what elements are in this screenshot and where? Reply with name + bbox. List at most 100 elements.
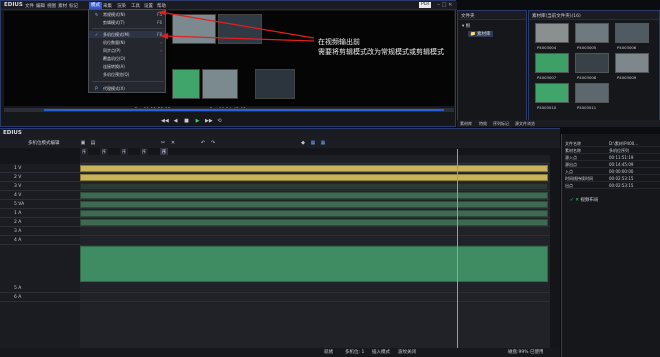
tab-effects[interactable]: 特效 — [479, 120, 487, 127]
redo-icon[interactable]: ↷ — [210, 140, 216, 146]
marker-icon[interactable]: ◆ — [300, 140, 306, 146]
track-header[interactable]: 5 A — [0, 284, 80, 293]
track-header[interactable]: 6 A — [0, 293, 80, 302]
project-name: 多机位模式编辑 — [28, 141, 60, 146]
track-header[interactable]: 2 A — [0, 218, 80, 227]
timeline-toolbar: 多机位模式编辑 ▣ ▤ ✂ ✕ ↶ ↷ ◆ ▦ ▦ — [0, 138, 560, 148]
track-name: 2 A — [14, 220, 22, 225]
cut-icon[interactable]: ✂ — [160, 140, 166, 146]
timeline-clip[interactable] — [80, 192, 548, 199]
bin-clip-thumb[interactable] — [575, 53, 609, 73]
bin-clip-label: P4003007 — [537, 75, 557, 80]
info-key: 出点 — [565, 183, 573, 188]
tab-sequence-4[interactable]: 序列4 — [140, 148, 148, 168]
info-value: 多机位序列 — [609, 148, 629, 153]
track-lane — [80, 218, 550, 227]
bin-clip-thumb[interactable] — [535, 83, 569, 103]
timeline-ruler[interactable] — [80, 155, 550, 164]
timeline-clip[interactable] — [80, 201, 548, 208]
bin-clip-label: P4003011 — [577, 105, 597, 110]
arrowhead-icon — [160, 33, 168, 39]
bin-clip-label: P4003008 — [577, 75, 597, 80]
bin-clip-thumb[interactable] — [535, 53, 569, 73]
bin-clip-thumb[interactable] — [615, 23, 649, 43]
track-lane — [80, 191, 550, 200]
track-headers: 1 V 2 V 3 V 4 V 5 VA 1 A 2 A 3 A 4 A 5 A… — [0, 164, 80, 354]
track-lane — [80, 236, 550, 246]
track-name: 4 A — [14, 238, 22, 243]
arrowhead-icon — [158, 10, 166, 15]
track-header[interactable]: 5 VA — [0, 200, 80, 209]
info-key: 源出点 — [565, 162, 577, 167]
info-row: 入点 00:00:00:00 — [565, 168, 660, 175]
info-key: 入点 — [565, 169, 573, 174]
track-name: 3 A — [14, 229, 22, 234]
bin-clip-thumb[interactable] — [575, 23, 609, 43]
info-row: 素材名称 多机位序列 — [565, 147, 660, 154]
info-panel: 文件名称 D:\素材\P400... 素材名称 多机位序列 源入点 00:11:51:… — [561, 134, 660, 357]
timeline-clip[interactable] — [80, 174, 548, 181]
timeline-cursor[interactable] — [457, 149, 458, 354]
track-name: 4 V — [14, 193, 22, 198]
tree-bin[interactable]: 📁 素材库 — [468, 31, 493, 37]
tab-source-browser[interactable]: 源文件浏览 — [515, 120, 535, 127]
bin-clip-label: P4003009 — [617, 75, 637, 80]
tab-sequence-2[interactable]: 序列2 — [100, 148, 108, 168]
undo-icon[interactable]: ↶ — [200, 140, 206, 146]
video-layout-item[interactable]: ✓ ✕ 视频布局 — [570, 197, 598, 203]
bin-clip-thumb[interactable] — [535, 23, 569, 43]
bin-title: 素材库(当前文件夹)(16) — [532, 14, 581, 19]
timeline-clip[interactable] — [80, 165, 548, 172]
track-lane — [80, 284, 550, 293]
annotation-line-2: 需要将剪辑模式改为常规模式或剪辑模式 — [318, 48, 444, 56]
tab-sequence-5[interactable]: 序列5 — [160, 148, 168, 168]
track-header[interactable]: 4 V — [0, 191, 80, 200]
status-disk: 磁盘:99% 已使用 — [508, 350, 544, 355]
timeline-tracks — [80, 164, 550, 354]
bin-clip-thumb[interactable] — [615, 53, 649, 73]
edius-workspace: EDIUS 文件 编辑 视图 素材 标记 模式 采集 渲染 工具 设置 帮助 P… — [0, 0, 660, 357]
status-multicam: 多机位: 1 — [345, 350, 365, 355]
tree-root[interactable]: ▾ 根 — [462, 23, 470, 29]
tree-bin-label: 素材库 — [477, 32, 491, 37]
track-header[interactable]: 3 V — [0, 182, 80, 191]
delete-icon[interactable]: ✕ — [170, 140, 176, 146]
timeline-clip[interactable] — [80, 219, 548, 226]
video-layout-label: 视频布局 — [580, 198, 599, 203]
tab-bin[interactable]: 素材库 — [460, 120, 472, 127]
track-lane — [80, 173, 550, 182]
bin-clip-thumb[interactable] — [575, 83, 609, 103]
status-bar: 就绪 多机位: 1 插入模式 波纹关闭 磁盘:99% 已使用 — [0, 348, 560, 357]
timeline-logo: EDIUS — [3, 130, 22, 136]
info-key: 文件名称 — [565, 141, 581, 146]
info-value: 00:11:51:19 — [609, 155, 634, 160]
track-lane — [80, 182, 550, 191]
tab-sequence-3[interactable]: 序列3 — [120, 148, 128, 168]
info-value: 00:02:53:15 — [609, 176, 634, 181]
track-header[interactable]: 2 V — [0, 173, 80, 182]
timeline-clip[interactable] — [80, 183, 548, 190]
tab-sequence-marker[interactable]: 序列标记 — [493, 120, 509, 127]
info-row: 源入点 00:11:51:19 — [565, 154, 660, 161]
info-value: D:\素材\P400... — [609, 141, 638, 146]
info-row: 时间线持续时间 00:02:53:15 — [565, 175, 660, 182]
status-ripple: 波纹关闭 — [398, 350, 416, 355]
track-name: 1 V — [14, 166, 22, 171]
ripple-icon[interactable]: ▦ — [320, 140, 326, 146]
open-icon[interactable]: ▤ — [90, 140, 96, 146]
track-header[interactable]: 1 A — [0, 209, 80, 218]
track-header[interactable]: 4 A — [0, 236, 80, 245]
track-header[interactable]: 1 V — [0, 164, 80, 173]
timeline-clip[interactable] — [80, 210, 548, 217]
audio-clip[interactable] — [80, 246, 548, 282]
info-key: 源入点 — [565, 155, 577, 160]
folder-panel: 文件夹 ▾ 根 📁 素材库 — [457, 10, 527, 127]
folder-title: 文件夹 — [461, 14, 475, 19]
snap-icon[interactable]: ▦ — [310, 140, 316, 146]
save-icon[interactable]: ▣ — [80, 140, 86, 146]
track-header[interactable]: 3 A — [0, 227, 80, 236]
track-name: 6 A — [14, 295, 22, 300]
tab-sequence-1[interactable]: 序列1 — [80, 148, 88, 168]
info-value: 00:00:00:00 — [609, 169, 634, 174]
check-icon: ✓ ✕ — [570, 198, 579, 203]
